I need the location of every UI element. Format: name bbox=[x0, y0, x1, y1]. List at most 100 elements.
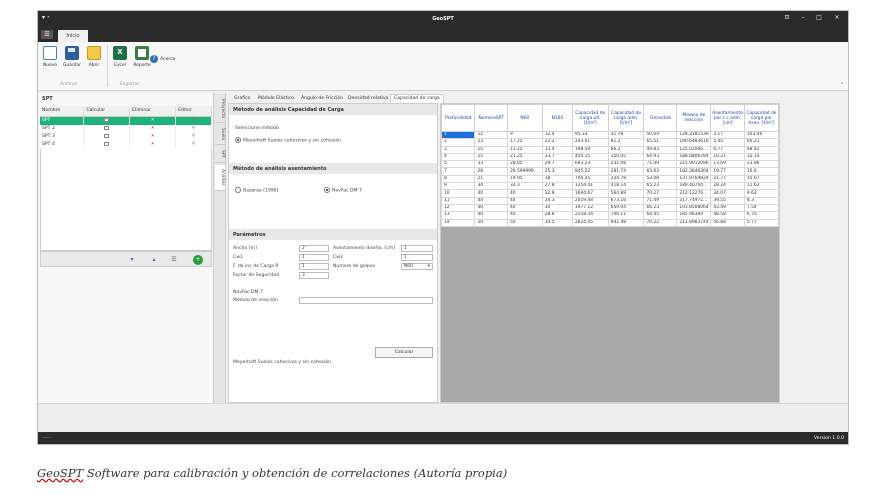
edit-icon[interactable]: ⚲ bbox=[192, 142, 195, 147]
grid-cell[interactable]: 12.4 bbox=[541, 130, 573, 140]
grid-row[interactable]: 8 21 19.95 18 704.35 234.78 53.08 137.9769824 21… bbox=[440, 174, 780, 184]
grid-cell[interactable]: 137.9769824 bbox=[676, 174, 712, 184]
grid-cell[interactable]: 14 bbox=[440, 218, 476, 227]
grid-cell[interactable]: 18 bbox=[541, 174, 573, 184]
grid-cell[interactable]: 418.14 bbox=[607, 182, 645, 191]
ribbon-display-icon[interactable]: ⊡ bbox=[782, 14, 792, 21]
grid-row[interactable]: 1 12 9 12.4 95.33 31.78 50.64 128.2181536 3.17 10… bbox=[440, 130, 780, 140]
grid-cell[interactable]: 1 bbox=[440, 130, 476, 140]
grid-cell[interactable]: 33 bbox=[474, 160, 508, 169]
add-icon[interactable]: + bbox=[193, 255, 203, 265]
calculate-checkbox[interactable] bbox=[104, 141, 110, 146]
grid-cell[interactable]: 40 bbox=[506, 211, 543, 220]
grid-cell[interactable]: 103.46 bbox=[743, 130, 780, 140]
grid-column-header[interactable]: Capacidad de carga adm. [t/m²] bbox=[607, 104, 645, 132]
side-tab-proyecto[interactable]: Proyecto bbox=[215, 95, 225, 123]
grid-cell[interactable]: 28.8 bbox=[541, 211, 573, 220]
grid-cell[interactable]: 7.54 bbox=[743, 203, 780, 213]
grid-cell[interactable]: 12 bbox=[440, 203, 476, 213]
table-row[interactable]: SPT 4 ✕ ⚲ bbox=[40, 140, 212, 149]
grid-cell[interactable]: 4 bbox=[440, 152, 476, 162]
grid-cell[interactable]: 217.74972... bbox=[676, 196, 712, 205]
grid-cell[interactable]: 11 bbox=[440, 196, 476, 205]
app-menu-icon[interactable]: ☰ bbox=[41, 30, 53, 39]
grid-cell[interactable]: 11.62 bbox=[743, 182, 780, 191]
tab-capacidad-carga[interactable]: Capacidad de carga bbox=[390, 94, 444, 103]
grid-cell[interactable]: 40 bbox=[474, 189, 508, 198]
grid-cell[interactable]: 5.77 bbox=[743, 218, 780, 227]
grid-cell[interactable]: 845.22 bbox=[571, 167, 609, 176]
grid-cell[interactable]: 50 bbox=[474, 218, 508, 227]
table-row[interactable]: SPT 3 ✕ ⚲ bbox=[40, 132, 212, 141]
grid-cell[interactable]: 27.8 bbox=[541, 182, 573, 191]
modulo-input[interactable] bbox=[299, 297, 433, 304]
grid-cell[interactable]: 564.89 bbox=[607, 189, 645, 198]
grid-cell[interactable]: 8.3 bbox=[743, 196, 780, 205]
grid-cell[interactable]: 43.49 bbox=[710, 203, 745, 213]
grid-cell[interactable]: 28.24 bbox=[710, 182, 745, 191]
grid-cell[interactable]: 40 bbox=[474, 203, 508, 213]
column-header[interactable]: Nombre bbox=[40, 106, 85, 117]
grid-cell[interactable]: 48.42 bbox=[743, 145, 780, 154]
column-header[interactable]: Editar bbox=[175, 106, 212, 117]
grid-cell[interactable]: 6.75 bbox=[743, 211, 780, 220]
grid-cell[interactable]: 29.7 bbox=[541, 160, 573, 169]
grid-cell[interactable]: 450.15 bbox=[571, 152, 609, 162]
grid-cell[interactable]: 11.25 bbox=[506, 145, 543, 154]
grid-cell[interactable]: 19.95 bbox=[506, 174, 543, 184]
grid-cell[interactable]: 60.21 bbox=[743, 138, 780, 147]
grid-cell[interactable]: 190.6483616 bbox=[676, 138, 712, 147]
minimize-button[interactable]: – bbox=[798, 14, 808, 21]
delete-icon[interactable]: ✕ bbox=[151, 134, 155, 139]
grid-cell[interactable]: 704.35 bbox=[571, 174, 609, 184]
grid-cell[interactable]: 34.07 bbox=[710, 189, 745, 198]
calculate-checkbox[interactable] bbox=[104, 117, 110, 122]
reporte-button[interactable]: Reporte bbox=[132, 46, 152, 68]
grid-cell[interactable]: 66.2 bbox=[607, 145, 645, 154]
grid-cell[interactable]: 2019.48 bbox=[571, 196, 609, 205]
maximize-button[interactable]: □ bbox=[814, 14, 824, 21]
bazaraa-radio[interactable]: Bazaraa (1996) bbox=[235, 187, 278, 194]
grid-cell[interactable]: 64.93 bbox=[643, 152, 678, 162]
grid-cell[interactable]: 2 bbox=[440, 138, 476, 147]
move-down-icon[interactable]: ▾ bbox=[127, 255, 137, 265]
grid-cell[interactable]: 1694.67 bbox=[571, 189, 609, 198]
grid-cell[interactable]: 31.78 bbox=[607, 130, 645, 140]
nuevo-button[interactable]: Nuevo bbox=[40, 46, 60, 68]
grid-cell[interactable]: 16.6 bbox=[743, 167, 780, 176]
grid-cell[interactable]: 6.77 bbox=[710, 145, 745, 154]
acerca-button[interactable]: ? Acerca bbox=[150, 55, 176, 63]
grid-cell[interactable]: 15 bbox=[474, 145, 508, 154]
grid-cell[interactable]: 64.45 bbox=[643, 211, 678, 220]
grid-cell[interactable]: 10.21 bbox=[710, 152, 745, 162]
grid-row[interactable]: 12 40 40 30 1977.12 659.04 66.23 193.8508064 43.… bbox=[440, 203, 780, 213]
grid-cell[interactable]: 659.04 bbox=[607, 203, 645, 213]
tab-angulo-friccion[interactable]: Ángulo de Fricción bbox=[297, 94, 347, 103]
grid-column-header[interactable]: Capacidad de carga ult. [t/m²] bbox=[571, 104, 609, 132]
move-up-icon[interactable]: ▴ bbox=[149, 255, 159, 265]
grid-cell[interactable]: 3.17 bbox=[710, 130, 745, 140]
side-tab-analisis[interactable]: Análisis bbox=[215, 165, 225, 191]
grid-cell[interactable]: 281.74 bbox=[607, 167, 645, 176]
grid-row[interactable]: 11 44 44 34.3 2019.48 673.16 71.49 217.74972...… bbox=[440, 196, 780, 205]
golpes-select[interactable]: N60 ▾ bbox=[401, 263, 433, 270]
grid-cell[interactable]: 8 bbox=[440, 174, 476, 184]
grid-cell[interactable]: 2824.45 bbox=[571, 218, 609, 227]
grid-cell[interactable]: 25 bbox=[474, 152, 508, 162]
side-tab-suelo[interactable]: Suelo bbox=[215, 125, 225, 145]
grid-cell[interactable]: 13.4 bbox=[541, 145, 573, 154]
grid-cell[interactable]: 49.83 bbox=[643, 145, 678, 154]
grid-cell[interactable]: 23.7 bbox=[541, 152, 573, 162]
side-tab-spt[interactable]: SPT bbox=[215, 147, 225, 163]
edit-icon[interactable]: ⚲ bbox=[192, 134, 195, 139]
grid-column-header[interactable]: Capacidad de carga por Asen. [t/m²] bbox=[743, 104, 780, 132]
asentamiento-input[interactable]: 1 bbox=[401, 245, 433, 252]
grid-cell[interactable]: 70.22 bbox=[643, 218, 678, 227]
grid-cell[interactable]: 39.55 bbox=[710, 196, 745, 205]
calculate-checkbox[interactable] bbox=[104, 125, 110, 130]
grid-cell[interactable]: 189.40744... bbox=[676, 182, 712, 191]
delete-icon[interactable]: ✕ bbox=[151, 142, 155, 147]
grid-column-header[interactable]: Modulo de reaccion bbox=[676, 104, 712, 132]
table-row[interactable]: SPT 2 ✕ ⚲ bbox=[40, 124, 212, 133]
grid-row[interactable]: 10 40 40 32.8 1694.67 564.89 70.27 212.12276...… bbox=[440, 189, 780, 198]
